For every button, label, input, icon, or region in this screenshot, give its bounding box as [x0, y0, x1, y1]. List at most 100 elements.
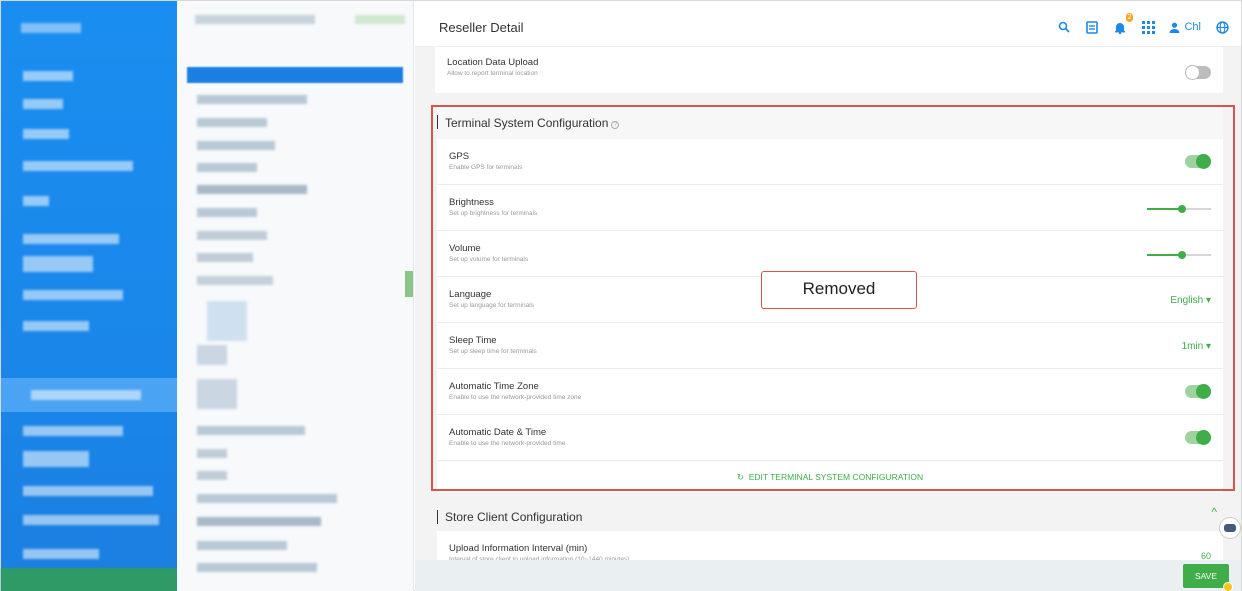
row-title: Language [449, 289, 492, 300]
refresh-icon: ↻ [736, 472, 744, 482]
nav-item[interactable] [23, 451, 89, 467]
slider-thumb[interactable] [1178, 251, 1187, 259]
nav-item[interactable] [23, 161, 133, 171]
tree-item[interactable] [197, 118, 267, 127]
nav-item[interactable] [23, 196, 49, 206]
save-label: SAVE [1194, 571, 1218, 581]
config-row-sleep-time: Sleep Time Set up sleep time for termina… [437, 323, 1223, 369]
nav-item[interactable] [23, 129, 69, 139]
tree-item-selected[interactable] [187, 67, 403, 83]
location-upload-row: Location Data Upload Allow to report ter… [435, 47, 1223, 93]
nav-item[interactable] [23, 515, 159, 525]
tree-item[interactable] [197, 426, 305, 435]
config-row-auto-timezone: Automatic Time Zone Enable to use the ne… [437, 369, 1223, 415]
nav-item[interactable] [23, 234, 119, 244]
row-title: Automatic Date & Time [449, 427, 547, 438]
tree-item[interactable] [197, 276, 273, 285]
tree-item[interactable] [197, 541, 287, 550]
search-icon[interactable] [1057, 20, 1071, 34]
user-name: Chl [1184, 21, 1201, 33]
brightness-slider[interactable] [1147, 205, 1211, 213]
edit-terminal-config-button[interactable]: ↻ EDIT TERMINAL SYSTEM CONFIGURATION [437, 462, 1223, 492]
chat-support-icon[interactable] [1219, 517, 1241, 539]
row-desc: Set up brightness for terminals [449, 210, 538, 217]
tree-item[interactable] [197, 449, 227, 458]
config-row-brightness: Brightness Set up brightness for termina… [437, 185, 1223, 231]
nav-item[interactable] [23, 426, 123, 436]
row-desc: Enable to use the network-provided time … [449, 394, 582, 401]
location-upload-toggle[interactable] [1185, 65, 1211, 80]
top-header: Reseller Detail 2 Chl [415, 1, 1241, 47]
collapse-icon[interactable]: ^ [1211, 505, 1217, 519]
page-title: Reseller Detail [439, 20, 524, 35]
user-menu[interactable]: Chl [1169, 21, 1201, 33]
row-title: Upload Information Interval (min) [449, 543, 588, 554]
notification-badge: 2 [1125, 13, 1134, 22]
help-icon[interactable]: ? [611, 121, 620, 129]
section-title: Store Client Configuration [445, 510, 583, 524]
tree-item[interactable] [207, 301, 247, 341]
app-window: Reseller Detail 2 Chl Location Data Uplo… [0, 0, 1242, 591]
nav-item[interactable] [31, 390, 141, 400]
row-title: Location Data Upload [447, 57, 539, 68]
tree-item[interactable] [197, 231, 267, 240]
config-row-gps: GPS Enable GPS for terminals [437, 139, 1223, 185]
nav-item[interactable] [23, 71, 73, 81]
tree-scrollbar[interactable] [405, 271, 413, 297]
row-desc: Enable GPS for terminals [449, 164, 523, 171]
tree-item[interactable] [197, 253, 253, 262]
row-desc: Set up volume for terminals [449, 256, 529, 263]
tree-actions[interactable] [355, 15, 405, 24]
row-title: Sleep Time [449, 335, 497, 346]
row-desc: Enable to use the network-provided time [449, 440, 566, 447]
tree-item[interactable] [197, 185, 307, 194]
tree-item[interactable] [197, 471, 227, 480]
content-area: Location Data Upload Allow to report ter… [415, 47, 1241, 591]
auto-datetime-toggle[interactable] [1185, 430, 1211, 445]
status-dot-icon [1223, 582, 1233, 591]
reseller-tree [177, 1, 414, 591]
section-title: Terminal System Configuration [445, 116, 609, 130]
tree-item[interactable] [197, 141, 275, 150]
header-toolbar: 2 Chl [1057, 13, 1229, 34]
nav-footer [1, 568, 177, 591]
volume-slider[interactable] [1147, 251, 1211, 259]
sleep-time-select[interactable]: 1min ▾ [1182, 341, 1211, 352]
config-row-auto-datetime: Automatic Date & Time Enable to use the … [437, 415, 1223, 461]
row-title: Brightness [449, 197, 494, 208]
row-title: Volume [449, 243, 481, 254]
row-title: GPS [449, 151, 470, 162]
tree-item[interactable] [197, 163, 257, 172]
nav-item[interactable] [23, 99, 63, 109]
nav-item[interactable] [23, 256, 93, 272]
footer-bar: SAVE [415, 560, 1241, 591]
nav-logo [21, 23, 81, 33]
section-header: Terminal System Configuration? [437, 107, 1223, 137]
nav-item[interactable] [23, 549, 99, 559]
user-icon [1169, 22, 1180, 33]
edit-button-label: EDIT TERMINAL SYSTEM CONFIGURATION [748, 472, 924, 482]
tree-item[interactable] [197, 379, 237, 409]
nav-item[interactable] [23, 486, 153, 496]
nav-item[interactable] [23, 321, 89, 331]
nav-item[interactable] [23, 290, 123, 300]
tree-item[interactable] [197, 563, 317, 572]
left-nav [1, 1, 177, 591]
row-desc: Set up sleep time for terminals [449, 348, 537, 355]
slider-thumb[interactable] [1178, 205, 1187, 213]
row-desc: Set up language for terminals [449, 302, 534, 309]
tree-item[interactable] [197, 345, 227, 365]
language-select[interactable]: English ▾ [1170, 295, 1211, 306]
removed-annotation: Removed [761, 271, 917, 309]
globe-icon[interactable] [1215, 20, 1229, 34]
save-button[interactable]: SAVE [1183, 564, 1233, 591]
tree-item[interactable] [197, 517, 321, 526]
gps-toggle[interactable] [1185, 154, 1211, 169]
tree-item[interactable] [197, 494, 337, 503]
bell-icon[interactable]: 2 [1113, 13, 1134, 34]
apps-grid-icon[interactable] [1141, 20, 1155, 34]
tree-item[interactable] [197, 95, 307, 104]
tree-item[interactable] [197, 208, 257, 217]
auto-timezone-toggle[interactable] [1185, 384, 1211, 399]
document-icon[interactable] [1085, 20, 1099, 34]
